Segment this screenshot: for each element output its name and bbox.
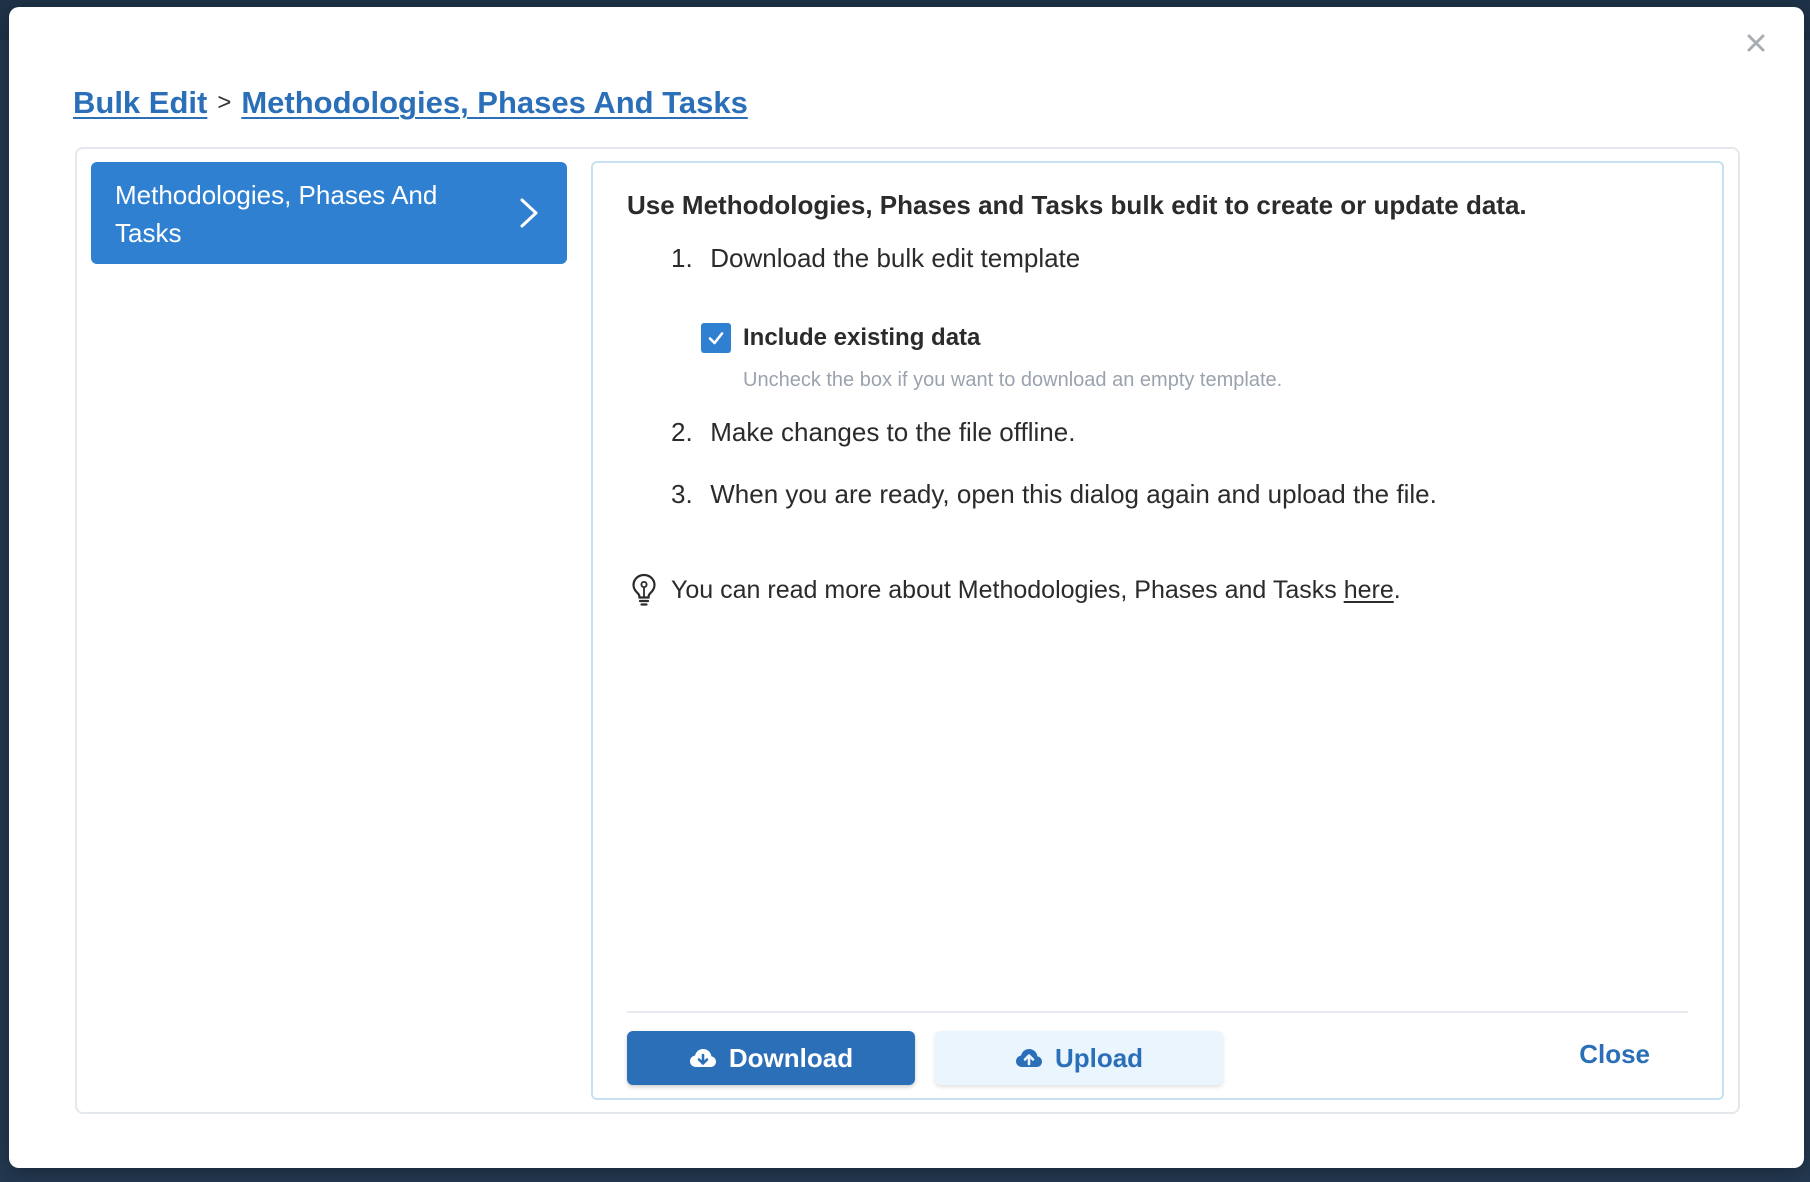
include-existing-hint: Uncheck the box if you want to download … <box>743 369 1283 391</box>
intro-text: Use Methodologies, Phases and Tasks bulk… <box>627 190 1527 220</box>
upload-button[interactable]: Upload <box>935 1031 1223 1085</box>
chevron-right-icon <box>520 198 538 228</box>
breadcrumb-separator: > <box>217 89 232 116</box>
sidebar-item-methodologies[interactable]: Methodologies, Phases And Tasks <box>91 162 567 264</box>
info-text-after: . <box>1393 575 1401 604</box>
step-text: Make changes to the file offline. <box>710 417 1076 447</box>
bulk-edit-dialog: Bulk Edit > Methodologies, Phases And Ta… <box>9 7 1804 1168</box>
check-icon <box>708 332 724 345</box>
info-row: You can read more about Methodologies, P… <box>631 573 1401 607</box>
read-more-link[interactable]: here <box>1344 576 1394 604</box>
step-text: Download the bulk edit template <box>710 243 1081 273</box>
download-button[interactable]: Download <box>627 1031 915 1085</box>
bulk-edit-panel: Methodologies, Phases And Tasks Use Meth… <box>75 147 1740 1114</box>
step-3: 3. When you are ready, open this dialog … <box>671 479 1437 510</box>
info-text: You can read more about Methodologies, P… <box>671 576 1401 605</box>
step-number: 1. <box>671 243 693 273</box>
cloud-upload-icon <box>1015 1049 1042 1067</box>
step-text: When you are ready, open this dialog aga… <box>710 479 1437 509</box>
close-button[interactable]: Close <box>1579 1039 1650 1070</box>
include-existing-checkbox[interactable] <box>701 323 731 353</box>
download-label: Download <box>728 1042 854 1073</box>
breadcrumb-bulk-edit-link[interactable]: Bulk Edit <box>73 85 207 121</box>
lightbulb-icon <box>632 573 656 606</box>
step-2: 2. Make changes to the file offline. <box>671 417 1075 448</box>
info-text-before: You can read more about Methodologies, P… <box>671 575 1337 604</box>
breadcrumb: Bulk Edit > Methodologies, Phases And Ta… <box>73 85 748 121</box>
footer-divider <box>627 1011 1688 1013</box>
include-existing-row: Include existing data <box>701 323 980 353</box>
include-existing-label[interactable]: Include existing data <box>743 324 980 352</box>
sidebar-item-label: Methodologies, Phases And Tasks <box>115 180 438 248</box>
breadcrumb-current-link[interactable]: Methodologies, Phases And Tasks <box>241 85 747 121</box>
step-number: 3. <box>671 479 693 509</box>
step-number: 2. <box>671 417 693 447</box>
close-icon[interactable] <box>1738 25 1774 61</box>
step-1: 1. Download the bulk edit template <box>671 243 1080 274</box>
cloud-download-icon <box>689 1049 716 1067</box>
upload-label: Upload <box>1054 1042 1144 1073</box>
content-panel: Use Methodologies, Phases and Tasks bulk… <box>591 161 1724 1100</box>
